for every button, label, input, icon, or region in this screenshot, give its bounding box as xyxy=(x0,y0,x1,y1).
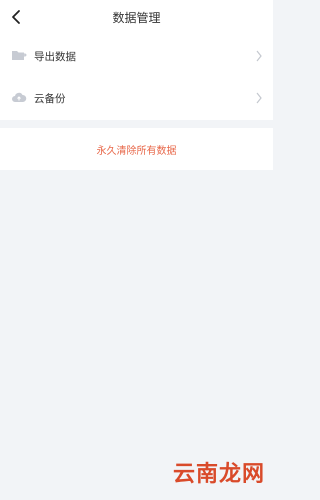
cloud-backup-row[interactable]: 云备份 xyxy=(0,78,273,120)
clear-all-data-button[interactable]: 永久清除所有数据 xyxy=(0,128,273,170)
cloud-upload-icon xyxy=(12,92,27,102)
clear-all-data-label: 永久清除所有数据 xyxy=(96,146,177,157)
cloud-backup-label: 云备份 xyxy=(34,93,66,105)
folder-export-icon xyxy=(12,51,27,60)
export-data-row[interactable]: 导出数据 xyxy=(0,36,273,78)
chevron-right-icon xyxy=(256,92,262,104)
page-title: 数据管理 xyxy=(112,11,161,25)
settings-list: 导出数据 云备份 xyxy=(0,36,273,120)
export-data-label: 导出数据 xyxy=(34,51,76,63)
chevron-right-icon xyxy=(256,50,262,62)
section-divider xyxy=(0,120,273,128)
top-nav-bar: 数据管理 xyxy=(0,0,273,36)
watermark-logo: 云南龙网 xyxy=(172,461,265,487)
